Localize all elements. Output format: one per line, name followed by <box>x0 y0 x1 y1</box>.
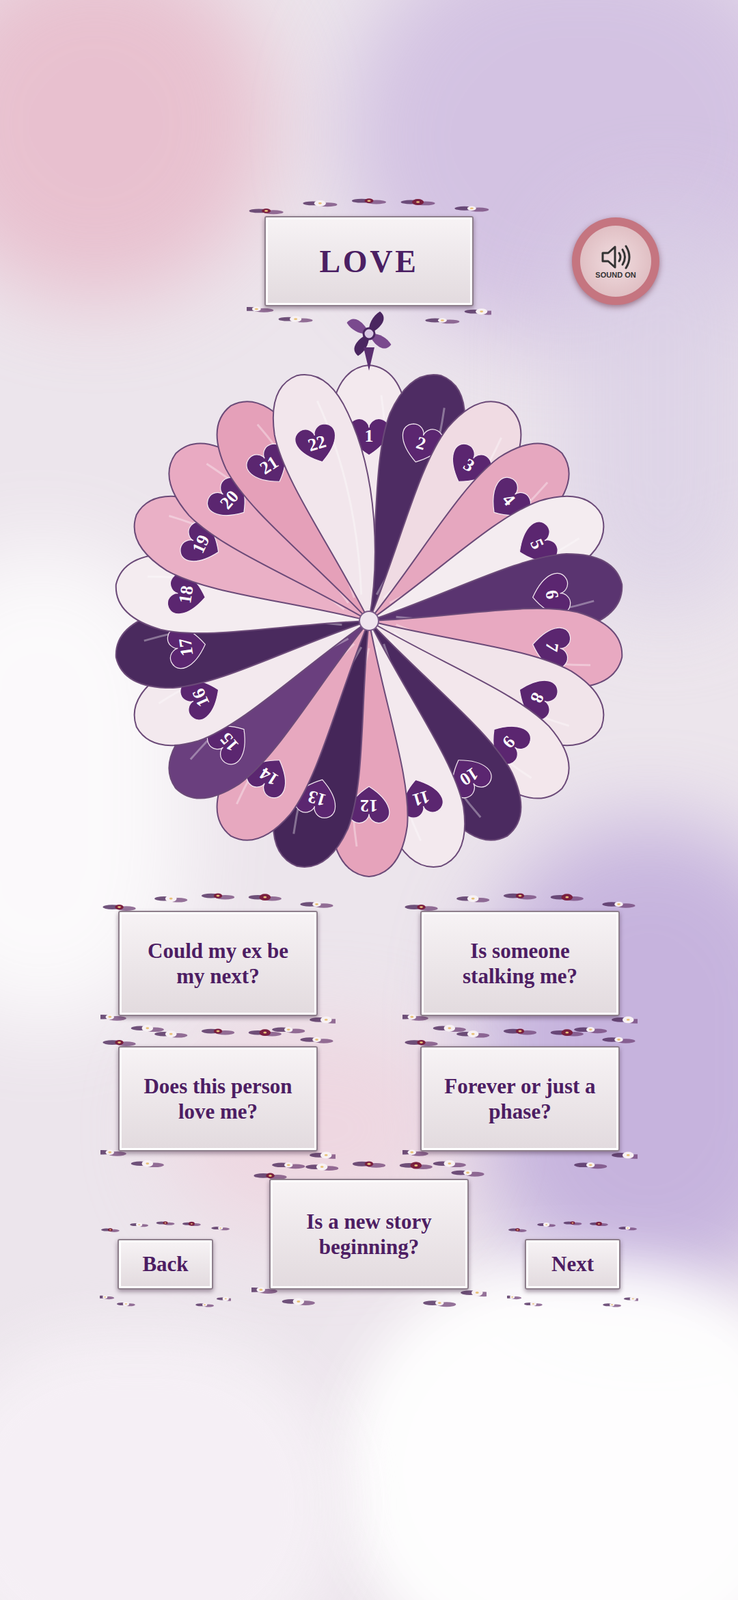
back-button-wrapper: Back <box>117 1238 214 1289</box>
question-button[interactable]: Does this person love me? <box>118 1045 318 1151</box>
card-number: 6 <box>541 588 563 600</box>
app-screen: LOVESOUND ON1234567891011121314151617181… <box>0 0 738 1599</box>
question-button-wrapper: Does this person love me? <box>118 1045 318 1151</box>
card-number: 9 <box>498 731 519 752</box>
card-number: 14 <box>256 762 283 789</box>
card-number: 4 <box>498 489 519 510</box>
card-number: 1 <box>364 425 374 446</box>
sound-label: SOUND ON <box>595 271 636 279</box>
card-number: 17 <box>174 636 197 658</box>
question-button[interactable]: Is a new story beginning? <box>269 1178 469 1289</box>
card-number: 2 <box>414 432 429 454</box>
card-number: 22 <box>305 431 328 456</box>
card-number: 16 <box>187 685 214 710</box>
card-number: 13 <box>305 785 328 810</box>
question-button-wrapper: Is a new story beginning? <box>269 1178 469 1289</box>
speaker-icon <box>599 243 632 270</box>
card-number: 12 <box>360 795 378 816</box>
card-number: 8 <box>526 688 549 706</box>
question-button-wrapper: Is someone stalking me? <box>420 910 620 1016</box>
header: LOVE SOUND ON <box>0 215 738 307</box>
wheel-card: 22 <box>259 363 408 632</box>
card-number: 18 <box>174 584 197 605</box>
card-number: 3 <box>459 454 479 476</box>
pointer-icon <box>341 306 397 372</box>
question-button[interactable]: Is someone stalking me? <box>420 910 620 1016</box>
back-button[interactable]: Back <box>117 1238 214 1289</box>
card-number: 15 <box>215 728 243 756</box>
card-number: 11 <box>410 785 432 810</box>
card-number: 10 <box>455 762 482 789</box>
question-button[interactable]: Could my ex be my next? <box>118 910 318 1016</box>
sound-button[interactable]: SOUND ON <box>571 217 660 305</box>
next-button-wrapper: Next <box>524 1238 621 1289</box>
title-plaque: LOVE <box>264 215 474 307</box>
tarot-wheel[interactable]: 12345678910111213141516171819202122 <box>109 360 629 881</box>
card-number: 5 <box>526 535 549 553</box>
card-number: 7 <box>541 640 563 653</box>
title-wrapper: LOVE <box>264 215 474 307</box>
question-button[interactable]: Forever or just a phase? <box>420 1045 620 1151</box>
card-number: 21 <box>256 451 283 478</box>
title-text: LOVE <box>319 237 419 285</box>
card-number: 19 <box>187 531 214 557</box>
next-button[interactable]: Next <box>524 1238 621 1289</box>
question-grid: Could my ex be my next? Is someone stalki… <box>118 910 620 1151</box>
question-button-wrapper: Could my ex be my next? <box>118 910 318 1016</box>
bottom-row: Back Is a new story beginning? Next <box>117 1178 621 1289</box>
card-number: 20 <box>215 486 243 514</box>
question-button-wrapper: Forever or just a phase? <box>420 1045 620 1151</box>
